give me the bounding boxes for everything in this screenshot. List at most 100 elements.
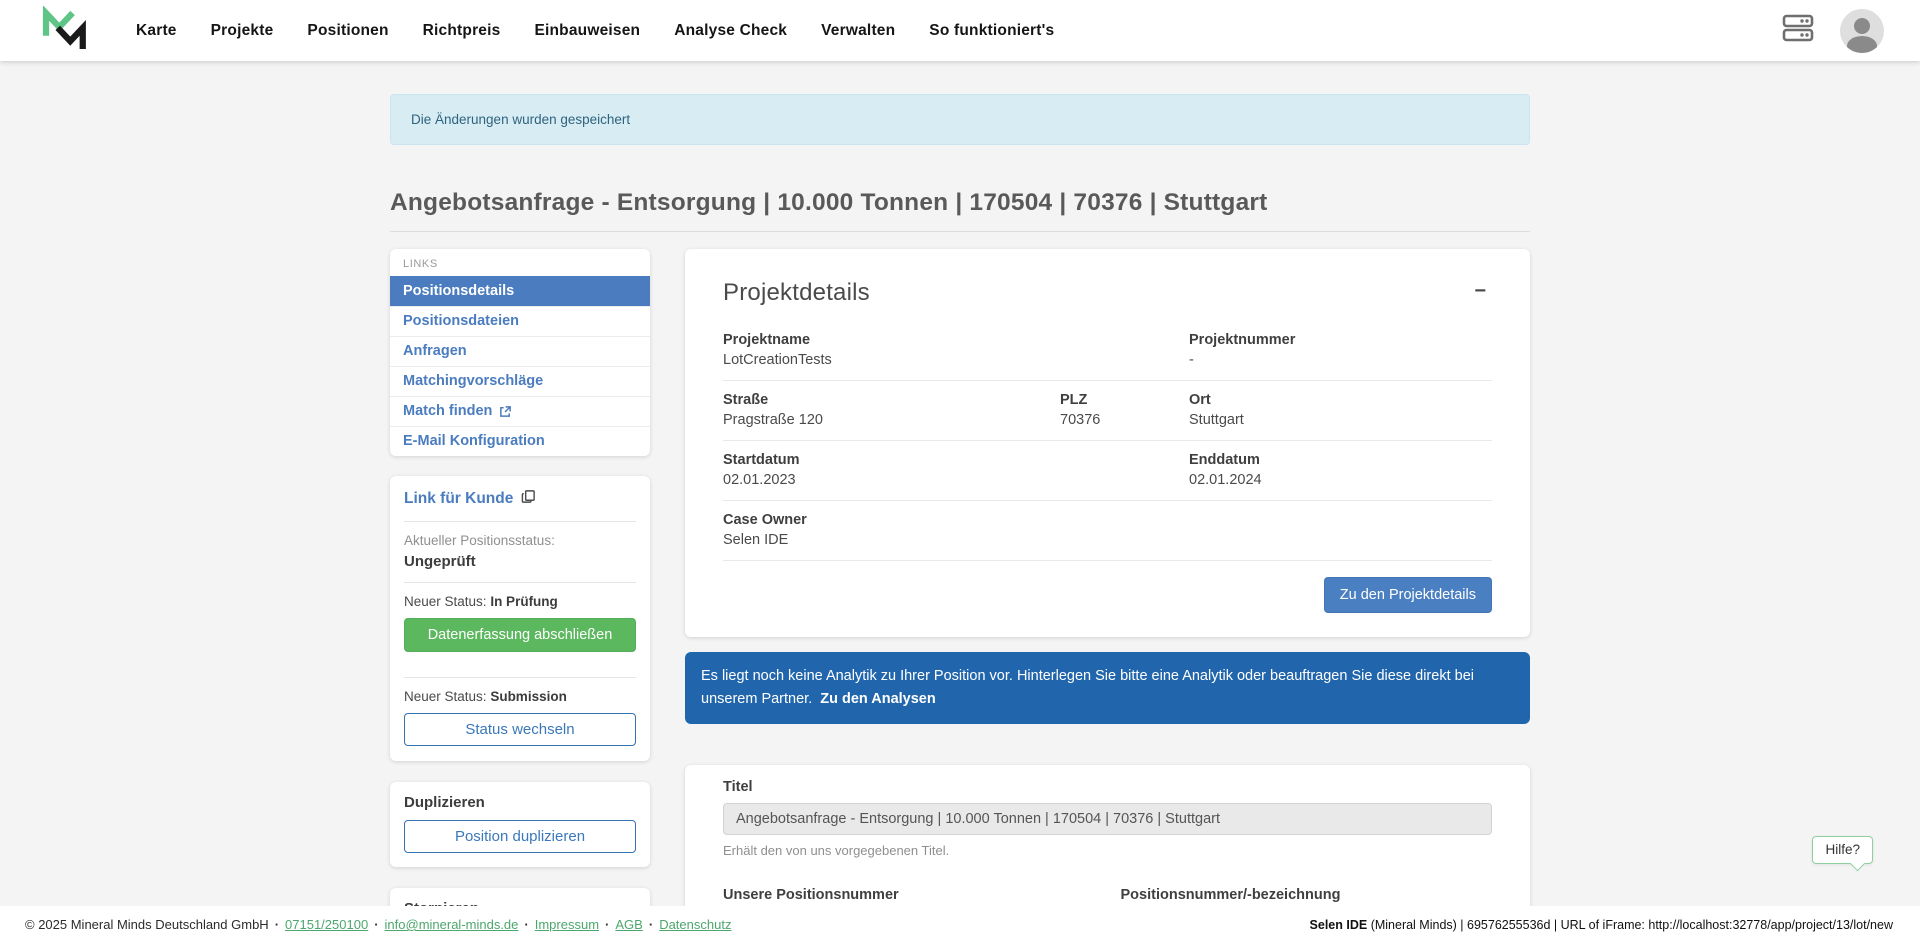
nav-item-karte[interactable]: Karte — [136, 22, 177, 40]
titel-label: Titel — [723, 779, 1492, 795]
links-panel-header: LINKS — [390, 249, 650, 276]
complete-data-entry-button[interactable]: Datenerfassung abschließen — [404, 618, 636, 652]
session-details: (Mineral Minds) | 69576255536d | URL of … — [1367, 918, 1893, 932]
project-row-owner: Case Owner Selen IDE — [723, 501, 1492, 561]
sidebar-item-label: Positionsdateien — [403, 313, 519, 329]
server-stack-icon[interactable] — [1782, 14, 1814, 47]
field-value: 02.01.2024 — [1189, 472, 1492, 488]
project-row-dates: Startdatum 02.01.2023 Enddatum 02.01.202… — [723, 441, 1492, 501]
go-to-analyses-link[interactable]: Zu den Analysen — [820, 691, 935, 707]
field-projektname: Projektname LotCreationTests — [723, 332, 1189, 368]
field-value: 02.01.2023 — [723, 472, 1189, 488]
customer-link-label: Link für Kunde — [404, 490, 513, 508]
field-value: 70376 — [1060, 412, 1189, 428]
next-status-section-2: Neuer Status: Submission Status wechseln — [404, 677, 636, 746]
field-label: Startdatum — [723, 452, 1189, 468]
field-ort: Ort Stuttgart — [1189, 392, 1492, 428]
field-label: Case Owner — [723, 512, 1492, 528]
current-status-value: Ungeprüft — [404, 553, 636, 570]
page-title: Angebotsanfrage - Entsorgung | 10.000 To… — [390, 189, 1530, 217]
analytics-banner: Es liegt noch keine Analytik zu Ihrer Po… — [685, 652, 1530, 724]
field-startdatum: Startdatum 02.01.2023 — [723, 452, 1189, 488]
duplicate-panel-title: Duplizieren — [404, 794, 636, 811]
analytics-banner-text: Es liegt noch keine Analytik zu Ihrer Po… — [701, 668, 1474, 707]
our-position-number-label: Unsere Positionsnummer — [723, 887, 1095, 903]
status-panel: Link für Kunde Aktueller Positionsstatus… — [390, 476, 650, 761]
mineral-minds-logo-icon[interactable] — [38, 5, 90, 57]
top-navbar: Karte Projekte Positionen Richtpreis Ein… — [0, 0, 1920, 61]
saved-alert-text: Die Änderungen wurden gespeichert — [411, 112, 630, 127]
next-status-section-1: Neuer Status: In Prüfung Datenerfassung … — [404, 582, 636, 665]
user-avatar-icon[interactable] — [1840, 9, 1884, 53]
field-value: LotCreationTests — [723, 352, 1189, 368]
page-content: Die Änderungen wurden gespeichert Angebo… — [0, 61, 1920, 943]
field-enddatum: Enddatum 02.01.2024 — [1189, 452, 1492, 488]
footer-session-info: Selen IDE (Mineral Minds) | 69576255536d… — [1310, 918, 1893, 932]
field-plz: PLZ 70376 — [1060, 392, 1189, 428]
duplicate-panel: Duplizieren Position duplizieren — [390, 782, 650, 867]
footer: © 2025 Mineral Minds Deutschland GmbH 07… — [0, 906, 1920, 943]
session-user: Selen IDE — [1310, 918, 1368, 932]
field-strasse: Straße Pragstraße 120 — [723, 392, 1060, 428]
field-label: Straße — [723, 392, 1060, 408]
external-link-icon — [499, 405, 512, 418]
field-value: Selen IDE — [723, 532, 1492, 548]
copyright-text: © 2025 Mineral Minds Deutschland GmbH — [25, 917, 269, 932]
go-to-project-details-button[interactable]: Zu den Projektdetails — [1324, 577, 1492, 613]
nav-item-richtpreis[interactable]: Richtpreis — [423, 22, 501, 40]
links-panel: LINKS Positionsdetails Positionsdateien … — [390, 249, 650, 456]
separator — [649, 917, 653, 932]
footer-agb-link[interactable]: AGB — [615, 917, 642, 932]
next-status-line-1: Neuer Status: In Prüfung — [404, 594, 636, 609]
nav-item-analyse-check[interactable]: Analyse Check — [674, 22, 787, 40]
project-details-title: Projektdetails — [723, 279, 870, 307]
nav-item-projekte[interactable]: Projekte — [211, 22, 274, 40]
nav-item-verwalten[interactable]: Verwalten — [821, 22, 895, 40]
footer-email-link[interactable]: info@mineral-minds.de — [385, 917, 519, 932]
separator — [275, 917, 279, 932]
nav-item-so-funktionierts[interactable]: So funktioniert's — [929, 22, 1054, 40]
sidebar-item-label: Positionsdetails — [403, 283, 514, 299]
current-status-label: Aktueller Positionsstatus: — [404, 533, 636, 548]
nav-item-positionen[interactable]: Positionen — [307, 22, 388, 40]
current-status-section: Aktueller Positionsstatus: Ungeprüft — [404, 521, 636, 570]
help-button[interactable]: Hilfe? — [1812, 836, 1873, 864]
sidebar-item-positionsdateien[interactable]: Positionsdateien — [390, 306, 650, 336]
sidebar-item-matchingvorschlaege[interactable]: Matchingvorschläge — [390, 366, 650, 396]
next-status-value-1: In Prüfung — [490, 594, 558, 609]
avatar-head — [1854, 18, 1870, 34]
sidebar-item-positionsdetails[interactable]: Positionsdetails — [390, 276, 650, 306]
main-column: Projektdetails − Projektname LotCreation… — [685, 249, 1530, 943]
customer-link[interactable]: Link für Kunde — [404, 489, 536, 509]
navbar-right — [1782, 9, 1884, 53]
field-projektnummer: Projektnummer - — [1189, 332, 1492, 368]
field-value: Pragstraße 120 — [723, 412, 1060, 428]
next-status-prefix: Neuer Status: — [404, 594, 487, 609]
sidebar-item-email-konfiguration[interactable]: E-Mail Konfiguration — [390, 426, 650, 456]
separator — [605, 917, 609, 932]
project-row-name-number: Projektname LotCreationTests Projektnumm… — [723, 321, 1492, 381]
nav-item-einbauweisen[interactable]: Einbauweisen — [534, 22, 640, 40]
next-status-line-2: Neuer Status: Submission — [404, 689, 636, 704]
footer-left: © 2025 Mineral Minds Deutschland GmbH 07… — [25, 917, 731, 932]
footer-datenschutz-link[interactable]: Datenschutz — [659, 917, 731, 932]
separator — [374, 917, 378, 932]
footer-phone-link[interactable]: 07151/250100 — [285, 917, 368, 932]
title-divider — [390, 231, 1530, 232]
footer-impressum-link[interactable]: Impressum — [535, 917, 599, 932]
sidebar-item-anfragen[interactable]: Anfragen — [390, 336, 650, 366]
sidebar-item-match-finden[interactable]: Match finden — [390, 396, 650, 426]
collapse-icon[interactable]: − — [1468, 279, 1492, 303]
duplicate-position-button[interactable]: Position duplizieren — [404, 820, 636, 853]
next-status-prefix: Neuer Status: — [404, 689, 487, 704]
change-status-button[interactable]: Status wechseln — [404, 713, 636, 746]
sidebar-item-label: Matchingvorschläge — [403, 373, 543, 389]
project-details-card: Projektdetails − Projektname LotCreation… — [685, 249, 1530, 637]
titel-help: Erhält den von uns vorgegebenen Titel. — [723, 843, 1492, 858]
copy-icon — [521, 489, 536, 509]
field-label: Enddatum — [1189, 452, 1492, 468]
titel-input — [723, 803, 1492, 835]
field-label: Projektnummer — [1189, 332, 1492, 348]
saved-alert: Die Änderungen wurden gespeichert — [390, 94, 1530, 145]
avatar-body — [1847, 36, 1877, 53]
